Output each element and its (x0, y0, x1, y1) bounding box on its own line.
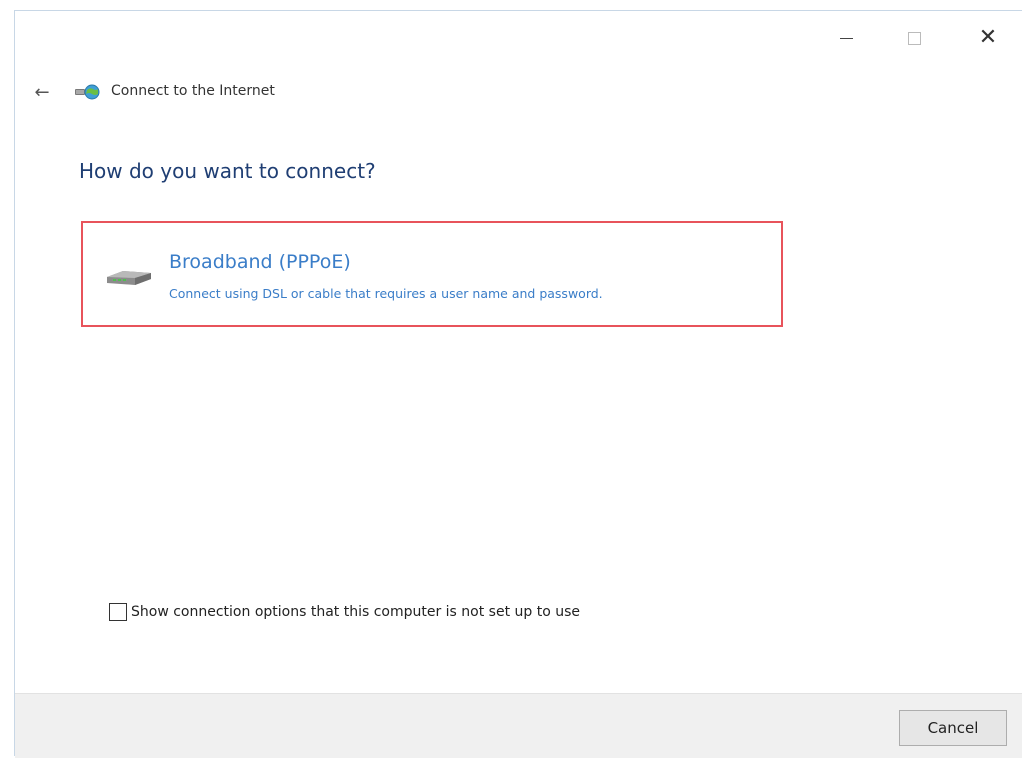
option-description: Connect using DSL or cable that requires… (169, 286, 603, 301)
cancel-button[interactable]: Cancel (899, 710, 1007, 746)
option-title: Broadband (PPPoE) (169, 251, 351, 273)
broadband-pppoe-option[interactable]: Broadband (PPPoE) Connect using DSL or c… (81, 221, 783, 327)
window-title: Connect to the Internet (111, 83, 275, 99)
close-button[interactable]: ✕ (965, 21, 1011, 55)
broadband-modem-icon (107, 271, 151, 285)
show-options-label[interactable]: Show connection options that this comput… (131, 604, 580, 620)
maximize-icon (907, 31, 921, 45)
show-options-checkbox[interactable] (109, 603, 127, 621)
back-button[interactable]: ← (29, 79, 55, 105)
page-heading: How do you want to connect? (79, 159, 376, 183)
dialog-footer: Cancel (15, 693, 1022, 758)
close-icon: ✕ (978, 25, 998, 50)
connect-to-internet-window: ✕ ← Connect to the Internet How do you w… (14, 10, 1022, 758)
maximize-button[interactable] (891, 21, 937, 55)
network-globe-icon (75, 84, 100, 100)
back-arrow-icon: ← (34, 81, 50, 103)
show-options-row[interactable]: Show connection options that this comput… (109, 603, 580, 621)
minimize-button[interactable] (823, 21, 869, 55)
title-bar: ✕ (15, 11, 1022, 67)
minimize-icon (839, 37, 853, 39)
